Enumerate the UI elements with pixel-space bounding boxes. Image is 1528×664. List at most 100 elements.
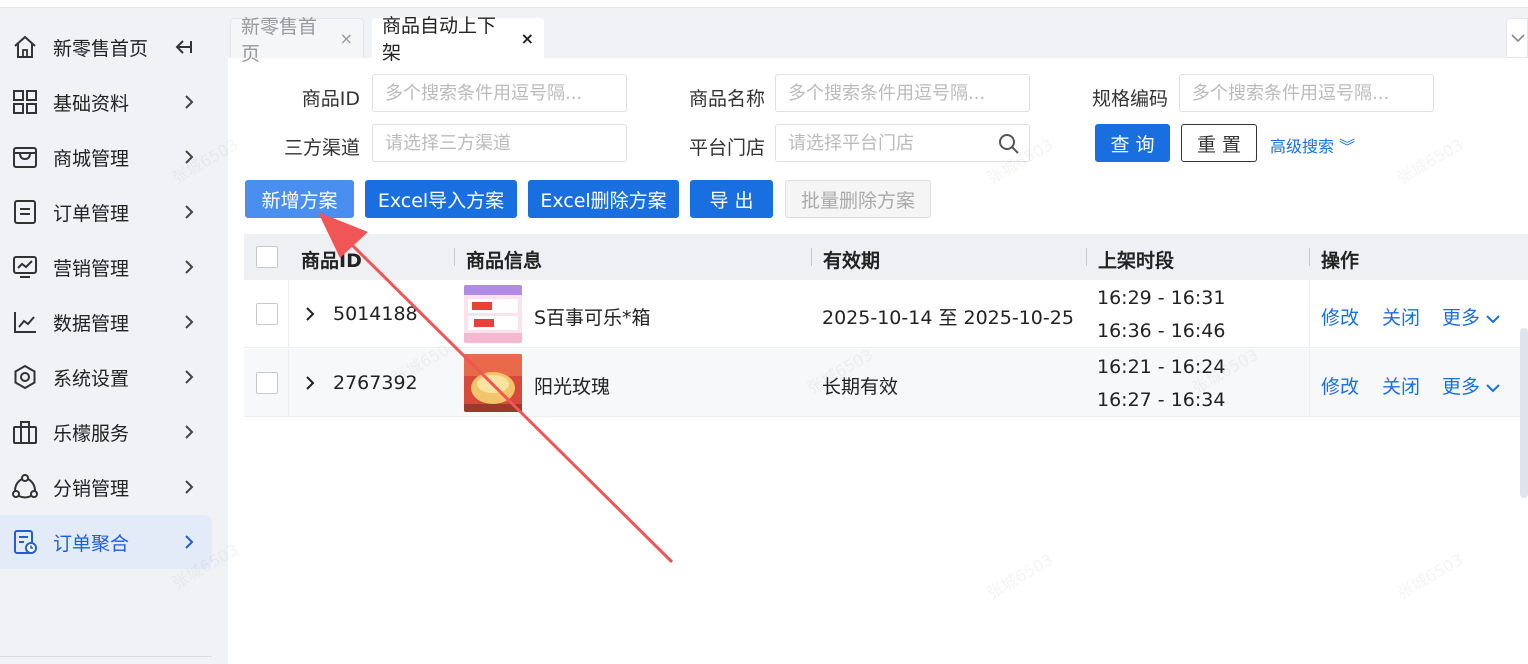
sidebar-item-order-aggregate[interactable]: 订单聚合: [0, 515, 212, 569]
table-row: 5014188 S百事可乐*箱 2025-10-14 至 2025-10-25 …: [244, 280, 1528, 348]
product-name-label: 商品名称: [688, 88, 765, 110]
sidebar-item-label: 基础资料: [53, 92, 130, 115]
product-name: S百事可乐*箱: [534, 307, 651, 329]
product-name-input[interactable]: [775, 74, 1030, 112]
chevron-right-icon: [185, 315, 194, 329]
expand-row-icon[interactable]: [304, 375, 316, 391]
ops-divider: [1309, 349, 1310, 417]
tab-bar: 新零售首页 × 商品自动上下架 ×: [228, 8, 1528, 65]
order-aggregate-icon: [14, 530, 37, 554]
tab-auto-shelf[interactable]: 商品自动上下架 ×: [372, 15, 544, 64]
product-id-label: 商品ID: [301, 88, 360, 110]
chevron-right-icon: [185, 425, 194, 439]
share-icon: [12, 474, 38, 499]
chevron-right-icon: [185, 480, 194, 494]
row-checkbox[interactable]: [256, 303, 278, 325]
sidebar-item-order[interactable]: 订单管理: [0, 185, 212, 239]
sidebar-item-mall[interactable]: 商城管理: [0, 130, 212, 184]
chart-icon: [14, 312, 36, 333]
sidebar-item-marketing[interactable]: 营销管理: [0, 240, 212, 294]
search-icon[interactable]: [998, 133, 1020, 155]
sidebar-item-label: 订单聚合: [53, 532, 130, 555]
sidebar-item-label: 新零售首页: [53, 37, 149, 60]
expand-row-icon[interactable]: [304, 306, 316, 322]
edit-link[interactable]: 修改: [1321, 372, 1359, 399]
close-icon[interactable]: ×: [340, 29, 353, 48]
edit-link[interactable]: 修改: [1321, 303, 1359, 330]
product-thumbnail: [464, 354, 522, 412]
tab-label: 新零售首页: [241, 15, 318, 65]
batch-delete-button[interactable]: 批量删除方案: [785, 180, 931, 218]
advanced-search-link[interactable]: 高级搜索 ︾: [1270, 133, 1355, 157]
header-divider: [811, 248, 812, 266]
store-icon: [13, 147, 37, 168]
reset-button[interactable]: 重 置: [1181, 124, 1257, 162]
shelf-time-slot: 16:21 - 16:24: [1097, 356, 1226, 378]
chevron-right-icon: [185, 260, 194, 274]
header-divider: [454, 248, 455, 266]
more-label: 更多: [1442, 376, 1481, 398]
tab-home[interactable]: 新零售首页 ×: [230, 16, 364, 65]
channel-select[interactable]: [372, 124, 627, 162]
home-icon: [14, 35, 36, 58]
store-label: 平台门店: [688, 137, 765, 159]
close-link[interactable]: 关闭: [1382, 303, 1420, 330]
excel-import-button[interactable]: Excel导入方案: [365, 180, 517, 218]
export-button[interactable]: 导 出: [690, 180, 773, 218]
chevron-right-icon: [185, 370, 194, 384]
header-divider: [1086, 248, 1087, 266]
store-select[interactable]: [775, 124, 1030, 162]
product-id: 2767392: [333, 372, 418, 394]
sidebar-item-label: 订单管理: [53, 202, 130, 225]
product-name: 阳光玫瑰: [534, 376, 611, 398]
query-button[interactable]: 查 询: [1095, 124, 1170, 162]
sidebar-divider: [0, 656, 212, 657]
main-content: 新零售首页 × 商品自动上下架 × 商品ID 商品名称 规格编码 三方渠道 平台…: [169, 8, 1528, 664]
header-product-id: 商品ID: [301, 250, 362, 272]
more-dropdown[interactable]: 更多: [1442, 372, 1500, 399]
header-shelf-period: 上架时段: [1098, 250, 1175, 272]
header-operations: 操作: [1321, 250, 1360, 272]
top-border: [0, 0, 1528, 8]
close-link[interactable]: 关闭: [1382, 372, 1420, 399]
settings-icon: [14, 364, 36, 390]
excel-delete-button[interactable]: Excel删除方案: [528, 180, 679, 218]
chevron-down-icon: [1486, 315, 1500, 324]
chevron-down-icon: [1486, 384, 1500, 393]
row-divider: [288, 349, 289, 417]
product-id-input[interactable]: [372, 74, 627, 112]
chevron-right-icon: [185, 150, 194, 164]
add-plan-button[interactable]: 新增方案: [245, 180, 354, 218]
validity-period: 2025-10-14 至 2025-10-25: [822, 307, 1074, 329]
row-divider: [288, 280, 289, 348]
sidebar-item-data[interactable]: 数据管理: [0, 295, 212, 349]
header-product-info: 商品信息: [466, 250, 543, 272]
chevron-right-icon: [185, 535, 194, 549]
row-checkbox[interactable]: [256, 372, 278, 394]
header-divider: [1309, 248, 1310, 266]
table-header: 商品ID 商品信息 有效期 上架时段 操作: [244, 234, 1528, 280]
collapse-sidebar-icon[interactable]: [174, 39, 194, 55]
shelf-time-slot: 16:36 - 16:46: [1097, 320, 1226, 342]
chevron-down-icon: [1511, 34, 1525, 43]
sidebar-item-label: 营销管理: [53, 257, 130, 280]
tab-dropdown-button[interactable]: [1506, 18, 1528, 58]
select-all-checkbox[interactable]: [256, 246, 278, 268]
sidebar-item-distribution[interactable]: 分销管理: [0, 460, 212, 514]
sidebar-item-lemeng-service[interactable]: 乐檬服务: [0, 405, 212, 459]
close-icon[interactable]: ×: [521, 29, 534, 48]
spec-code-label: 规格编码: [1091, 88, 1168, 110]
more-dropdown[interactable]: 更多: [1442, 303, 1500, 330]
vertical-scrollbar[interactable]: [1520, 328, 1528, 498]
sidebar-item-home[interactable]: 新零售首页: [0, 20, 212, 74]
product-id: 5014188: [333, 303, 418, 325]
sidebar: 新零售首页 基础资料 商城管理 订单管理 营销管理 数据管理 系统设置 乐檬服务…: [0, 8, 228, 664]
sidebar-item-label: 数据管理: [53, 312, 130, 335]
sidebar-item-system-settings[interactable]: 系统设置: [0, 350, 212, 404]
more-label: 更多: [1442, 307, 1481, 329]
sidebar-item-label: 分销管理: [53, 477, 130, 500]
spec-code-input[interactable]: [1179, 74, 1434, 112]
watermark: 张城6503: [1393, 549, 1467, 603]
sidebar-item-basic-data[interactable]: 基础资料: [0, 75, 212, 129]
document-icon: [14, 200, 36, 224]
